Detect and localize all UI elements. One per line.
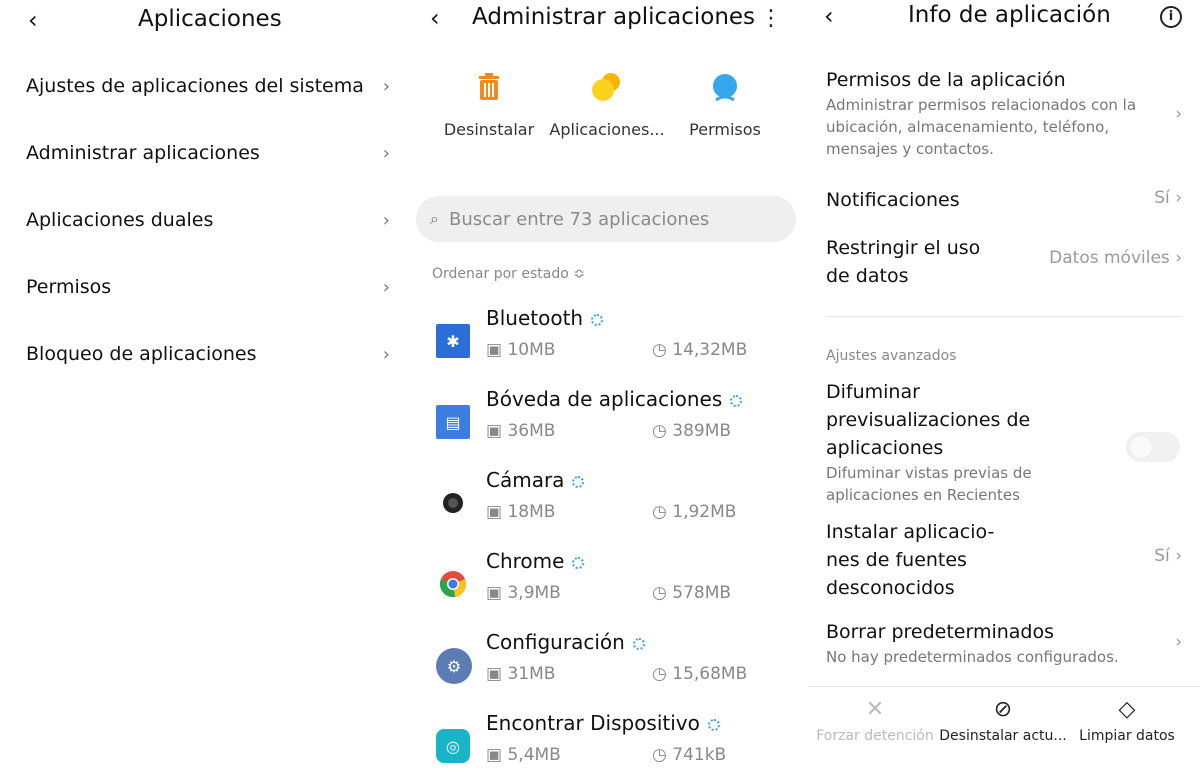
chevron-right-icon: › (382, 209, 390, 231)
chevron-right-icon: › (1175, 546, 1182, 566)
permissions-button[interactable]: Permisos (660, 70, 790, 139)
loading-icon (591, 313, 604, 326)
uninstall-updates-button[interactable]: ⊘ Desinstalar actu... (938, 696, 1068, 744)
chevron-right-icon: › (1175, 632, 1182, 652)
section-header: Ajustes avanzados (826, 348, 957, 364)
divider (826, 316, 1182, 317)
loading-icon (572, 475, 585, 488)
notifications-row[interactable]: Notificaciones Sí › (826, 186, 1182, 214)
apps-settings-panel: ‹ Aplicaciones Ajustes de aplicaciones d… (0, 0, 410, 773)
clock-icon: ◷ (652, 664, 667, 684)
chevron-right-icon: › (382, 276, 390, 298)
close-icon: ✕ (865, 697, 885, 722)
chevron-right-icon: › (382, 343, 390, 365)
loading-icon (707, 718, 720, 731)
back-arrow-icon[interactable]: ‹ (824, 4, 834, 28)
dual-apps-icon (589, 70, 625, 106)
menu-item-app-lock[interactable]: Bloqueo de aplicaciones › (26, 334, 390, 374)
app-vault-icon: ▤ (436, 405, 470, 439)
chevron-right-icon: › (382, 75, 390, 97)
eraser-icon: ◇ (1118, 697, 1136, 722)
chevron-right-icon: › (382, 142, 390, 164)
clock-icon: ◷ (652, 745, 667, 765)
app-permissions-row[interactable]: Permisos de la aplicación Administrar pe… (826, 66, 1182, 160)
clock-icon: ◷ (652, 340, 667, 360)
bluetooth-icon: ✱ (436, 324, 470, 358)
search-bar[interactable]: ⌕ (416, 196, 796, 242)
app-row-app-vault[interactable]: ▤ Bóveda de aplicaciones ▣ 36MB ◷ 389MB (430, 387, 790, 459)
page-title: Administrar aplicaciones (472, 4, 756, 30)
trash-icon (471, 70, 507, 106)
menu-item-permissions[interactable]: Permisos › (26, 267, 390, 307)
permissions-icon (707, 70, 743, 106)
loading-icon (632, 637, 645, 650)
chip-icon: ▣ (486, 340, 503, 360)
chip-icon: ▣ (486, 745, 503, 765)
clear-defaults-row[interactable]: Borrar predeterminados No hay predetermi… (826, 618, 1182, 668)
clock-icon: ◷ (652, 583, 667, 603)
sort-selector[interactable]: Ordenar por estado ≎ (432, 266, 585, 282)
page-title: Aplicaciones (138, 6, 282, 32)
chip-icon: ▣ (486, 664, 503, 684)
info-icon[interactable]: i (1160, 6, 1182, 28)
divider (808, 686, 1200, 687)
menu-item-system-app-settings[interactable]: Ajustes de aplicaciones del sistema › (26, 66, 390, 106)
chevron-right-icon: › (1175, 248, 1182, 268)
chevron-right-icon: › (1175, 104, 1182, 124)
clock-icon: ◷ (652, 421, 667, 441)
app-row-camera[interactable]: Cámara ▣ 18MB ◷ 1,92MB (430, 468, 790, 540)
loading-icon (730, 394, 743, 407)
back-arrow-icon[interactable]: ‹ (28, 8, 38, 32)
back-arrow-icon[interactable]: ‹ (430, 6, 440, 30)
uninstall-button[interactable]: Desinstalar (424, 70, 554, 139)
blur-previews-toggle[interactable] (1126, 432, 1180, 462)
chevron-right-icon: › (1175, 188, 1182, 208)
dual-apps-button[interactable]: Aplicaciones... (542, 70, 672, 139)
chip-icon: ▣ (486, 421, 503, 441)
chrome-icon (436, 567, 470, 601)
block-icon: ⊘ (993, 697, 1013, 722)
search-input[interactable] (448, 208, 769, 230)
app-row-chrome[interactable]: Chrome ▣ 3,9MB ◷ 578MB (430, 549, 790, 621)
search-icon: ⌕ (430, 209, 439, 228)
more-options-icon[interactable]: ⋮ (760, 6, 782, 31)
app-row-find-device[interactable]: ◎ Encontrar Dispositivo ▣ 5,4MB ◷ 741kB (430, 711, 790, 773)
chip-icon: ▣ (486, 583, 503, 603)
page-title: Info de aplicación (908, 2, 1111, 28)
unknown-sources-row[interactable]: Instalar aplicacio- nes de fuentes desco… (826, 518, 1182, 602)
menu-item-manage-apps[interactable]: Administrar aplicaciones › (26, 133, 390, 173)
loading-icon (572, 556, 585, 569)
menu-item-dual-apps[interactable]: Aplicaciones duales › (26, 200, 390, 240)
clock-icon: ◷ (652, 502, 667, 522)
app-row-bluetooth[interactable]: ✱ Bluetooth ▣ 10MB ◷ 14,32MB (430, 306, 790, 378)
gear-icon: ⚙ (436, 648, 472, 684)
app-info-panel: ‹ Info de aplicación i Permisos de la ap… (808, 0, 1200, 773)
chip-icon: ▣ (486, 502, 503, 522)
manage-apps-panel: ‹ Administrar aplicaciones ⋮ Desinstalar… (410, 0, 808, 773)
clear-data-button[interactable]: ◇ Limpiar datos (1062, 696, 1192, 744)
force-stop-button[interactable]: ✕ Forzar detención (810, 696, 940, 744)
app-row-settings[interactable]: ⚙ Configuración ▣ 31MB ◷ 15,68MB (430, 630, 790, 702)
restrict-data-row[interactable]: Restringir el uso de datos Datos móviles… (826, 234, 1182, 290)
find-device-icon: ◎ (436, 729, 470, 763)
camera-icon (436, 486, 470, 520)
